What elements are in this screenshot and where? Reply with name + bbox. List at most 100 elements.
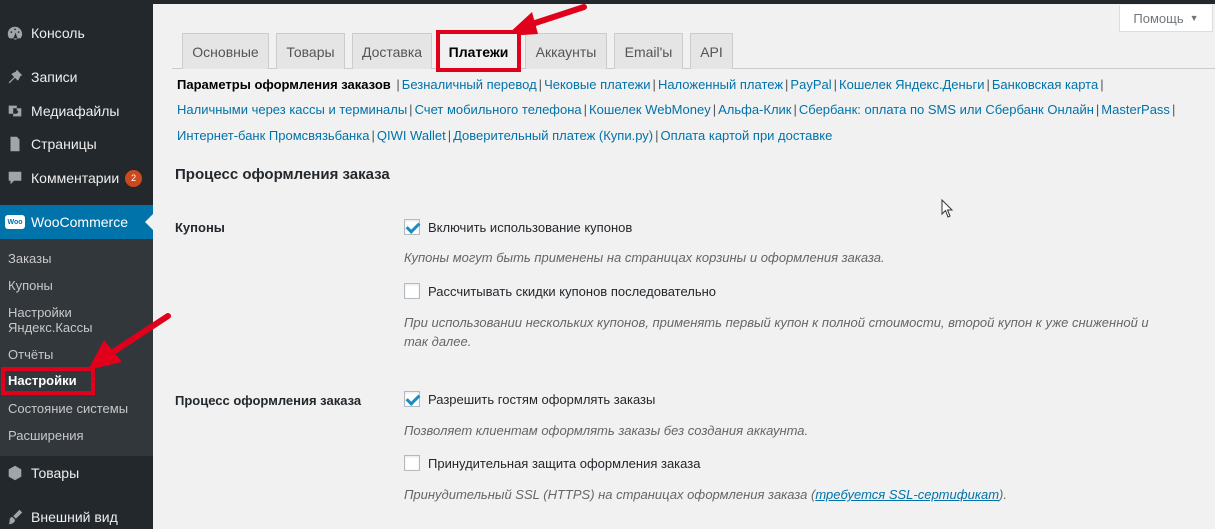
section-separator: |	[785, 77, 789, 92]
guest-checkout-option[interactable]: Разрешить гостям оформлять заказы	[404, 391, 655, 407]
section-separator: |	[1095, 102, 1100, 117]
media-icon	[5, 101, 25, 121]
tab-accounts[interactable]: Аккаунты	[525, 33, 607, 69]
pin-icon	[5, 67, 25, 87]
comment-icon	[5, 168, 25, 188]
guest-checkout-description: Позволяет клиентам оформлять заказы без …	[404, 423, 809, 438]
tab-payments[interactable]: Платежи	[436, 30, 521, 72]
sequential-coupons-option[interactable]: Рассчитывать скидки купонов последовател…	[404, 283, 716, 299]
sidebar-item-pages[interactable]: Страницы	[0, 127, 153, 161]
sidebar-item-media[interactable]: Медиафайлы	[0, 94, 153, 128]
submenu-item-settings[interactable]: Настройки	[8, 373, 77, 388]
section-separator: |	[833, 77, 838, 92]
force-ssl-checkbox[interactable]	[404, 455, 420, 471]
mouse-cursor-icon	[941, 199, 954, 218]
section-link[interactable]: PayPal	[790, 77, 831, 92]
enable-coupons-label: Включить использование купонов	[428, 219, 633, 235]
enable-coupons-description: Купоны могут быть применены на страницах…	[404, 250, 885, 265]
admin-topbar	[153, 0, 1215, 4]
submenu-item-coupons[interactable]: Купоны	[8, 278, 53, 293]
sequential-coupons-label: Рассчитывать скидки купонов последовател…	[428, 283, 717, 299]
submenu-item-extensions[interactable]: Расширения	[8, 428, 84, 443]
sidebar-item-label: Консоль	[31, 25, 85, 41]
section-separator: |	[793, 102, 797, 117]
submenu-item-reports[interactable]: Отчёты	[8, 347, 53, 362]
section-link[interactable]: Доверительный платеж (Купи.ру)	[453, 128, 653, 143]
submenu-item-system-status[interactable]: Состояние системы	[8, 401, 128, 416]
section-separator: |	[396, 77, 400, 92]
tab-shipping[interactable]: Доставка	[352, 33, 432, 69]
chevron-down-icon: ▼	[1189, 13, 1199, 23]
sidebar-item-appearance[interactable]: Внешний вид	[0, 500, 153, 529]
sidebar-item-posts[interactable]: Записи	[0, 60, 153, 94]
guest-checkout-label: Разрешить гостям оформлять заказы	[428, 391, 656, 407]
section-current: Параметры оформления заказов	[177, 77, 391, 92]
sidebar-item-comments[interactable]: Комментарии 2	[0, 161, 153, 195]
section-separator: |	[583, 102, 588, 117]
enable-coupons-checkbox[interactable]	[404, 219, 420, 235]
sidebar-item-label: Медиафайлы	[31, 103, 120, 119]
sidebar-item-products[interactable]: Товары	[0, 456, 153, 490]
section-link[interactable]: QIWI Wallet	[377, 128, 446, 143]
tab-api[interactable]: API	[690, 33, 733, 69]
section-separator: |	[1100, 77, 1104, 92]
tab-emails[interactable]: Email'ы	[614, 33, 683, 69]
product-box-icon	[5, 463, 25, 483]
force-ssl-description: Принудительный SSL (HTTPS) на страницах …	[404, 485, 1007, 504]
checkout-row-label: Процесс оформления заказа	[175, 393, 362, 408]
section-link[interactable]: Сбербанк: оплата по SMS или Сбербанк Онл…	[799, 102, 1094, 117]
section-heading: Процесс оформления заказа	[175, 166, 390, 183]
section-link[interactable]: Наложенный платеж	[658, 77, 783, 92]
brush-icon	[5, 507, 25, 527]
sidebar-item-label: Внешний вид	[31, 509, 118, 525]
sidebar-item-dashboard[interactable]: Консоль	[0, 16, 153, 50]
section-link[interactable]: Безналичный перевод	[402, 77, 537, 92]
section-links-row-2: Наличными через кассы и терминалы | Счет м…	[177, 102, 1177, 117]
description-text: ).	[999, 487, 1007, 502]
tab-general[interactable]: Основные	[182, 33, 269, 69]
section-link[interactable]: Чековые платежи	[544, 77, 650, 92]
guest-checkout-checkbox[interactable]	[404, 391, 420, 407]
tab-products[interactable]: Товары	[276, 33, 345, 69]
sidebar-item-woocommerce[interactable]: Woo WooCommerce	[0, 205, 153, 239]
section-links-row-3: Интернет-банк Промсвязьбанка | QIWI Wallet…	[177, 128, 832, 143]
section-link[interactable]: Наличными через кассы и терминалы	[177, 102, 407, 117]
comments-count-badge: 2	[125, 169, 143, 187]
woo-logo-icon: Woo	[5, 212, 25, 232]
section-link[interactable]: Банковская карта	[992, 77, 1098, 92]
enable-coupons-option[interactable]: Включить использование купонов	[404, 219, 632, 235]
section-link[interactable]: Интернет-банк Промсвязьбанка	[177, 128, 369, 143]
help-button[interactable]: Помощь ▼	[1119, 5, 1213, 32]
section-separator: |	[652, 77, 656, 92]
sidebar-item-label: Записи	[31, 69, 78, 85]
section-separator: |	[538, 77, 543, 92]
help-label: Помощь	[1133, 10, 1184, 26]
submenu-item-orders[interactable]: Заказы	[8, 251, 51, 266]
description-line: При использовании нескольких купонов, пр…	[404, 315, 1149, 330]
coupons-row-label: Купоны	[175, 220, 225, 235]
section-link[interactable]: Оплата картой при доставке	[661, 128, 833, 143]
woocommerce-submenu: Заказы Купоны Настройки Яндекс.Кассы Отч…	[0, 239, 153, 456]
section-link[interactable]: Счет мобильного телефона	[415, 102, 582, 117]
section-link[interactable]: Альфа-Клик	[718, 102, 791, 117]
section-links-row-1: Параметры оформления заказов | Безналичны…	[177, 77, 1106, 92]
submenu-item-yandex-kassa-settings[interactable]: Настройки Яндекс.Кассы	[8, 305, 118, 335]
section-link[interactable]: Кошелек Яндекс.Деньги	[839, 77, 984, 92]
section-separator: |	[447, 128, 452, 143]
section-separator: |	[409, 102, 413, 117]
ssl-certificate-link[interactable]: требуется SSL-сертификат	[815, 487, 999, 502]
section-link[interactable]: MasterPass	[1101, 102, 1170, 117]
description-text: Принудительный SSL (HTTPS) на страницах …	[404, 487, 816, 502]
sequential-coupons-description: При использовании нескольких купонов, пр…	[404, 313, 1149, 351]
section-separator: |	[1171, 102, 1176, 117]
description-line: так далее.	[404, 334, 472, 349]
sidebar-item-label: Комментарии	[31, 170, 120, 186]
section-link[interactable]: Кошелек WebMoney	[589, 102, 711, 117]
sequential-coupons-checkbox[interactable]	[404, 283, 420, 299]
section-separator: |	[655, 128, 659, 143]
section-separator: |	[986, 77, 990, 92]
sidebar-item-label: WooCommerce	[31, 214, 128, 230]
dashboard-icon	[5, 23, 25, 43]
force-ssl-option[interactable]: Принудительная защита оформления заказа	[404, 455, 700, 471]
section-separator: |	[371, 128, 375, 143]
